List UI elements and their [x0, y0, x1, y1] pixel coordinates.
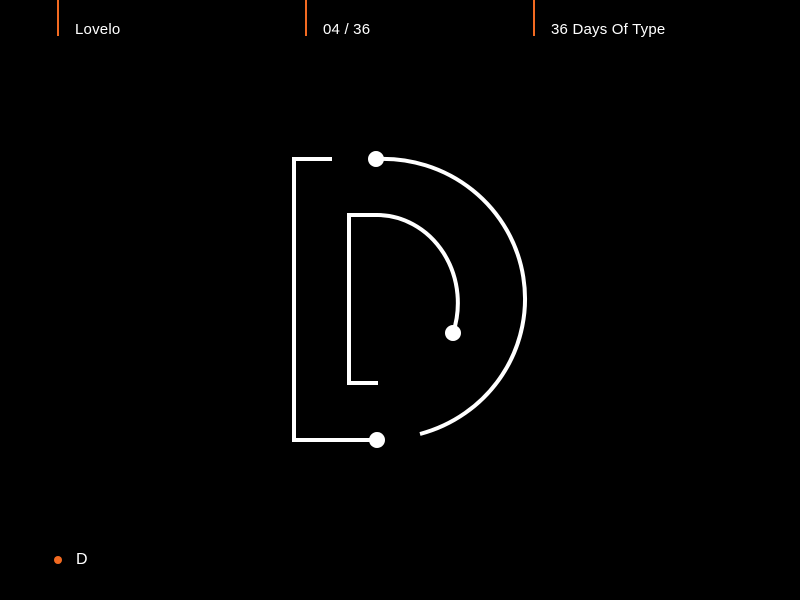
letter-d-line-art	[292, 151, 528, 448]
accent-dot-icon	[54, 556, 62, 564]
node-inner-dot	[445, 325, 461, 341]
outer-bracket-stroke	[292, 157, 376, 442]
node-bottom-dot	[369, 432, 385, 448]
inner-stem-stroke	[347, 213, 378, 385]
footer-letter: D	[76, 551, 88, 568]
node-top-dot	[368, 151, 384, 167]
inner-bowl-stroke	[377, 213, 460, 334]
outer-bowl-stroke	[375, 156, 528, 436]
